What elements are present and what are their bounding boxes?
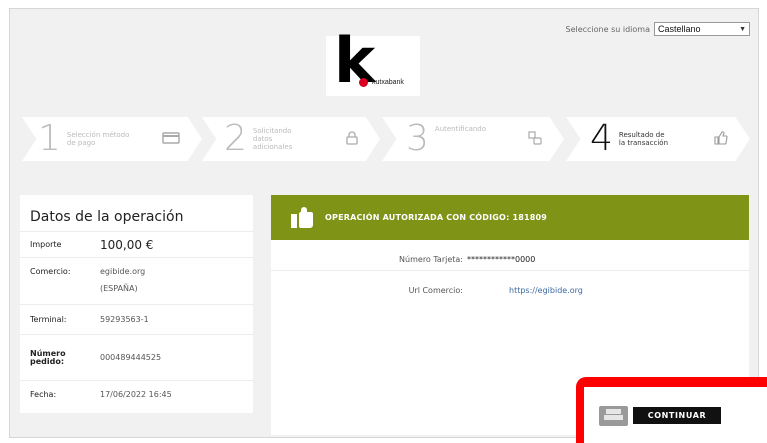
language-select[interactable]: Castellano ▼: [654, 22, 750, 36]
merchant-row: Comercio: egibide.org (ESPAÑA): [20, 257, 253, 304]
merchant-url-label: Url Comercio:: [408, 285, 463, 295]
merchant-country: (ESPAÑA): [100, 284, 138, 293]
progress-steps: 1 Selección método de pago 2 Solicitando…: [10, 107, 758, 179]
card-number-row: Número Tarjeta: ************0000: [271, 249, 749, 271]
merchant-label: Comercio:: [30, 267, 71, 276]
operation-title: Datos de la operación: [30, 209, 184, 225]
card-icon: [162, 131, 180, 147]
thumbs-up-icon: [291, 206, 315, 229]
logo-dot: [359, 78, 368, 87]
merchant-url-row: Url Comercio: https://egibide.org: [271, 279, 749, 301]
merchant-name: egibide.org: [100, 267, 146, 276]
step-number: 3: [406, 118, 429, 159]
order-value: 000489444525: [100, 353, 162, 362]
kutxabank-logo: k kutxabank: [326, 30, 420, 96]
payment-page: k kutxabank Seleccione su idioma Castell…: [9, 8, 759, 438]
amount-label: Importe: [30, 240, 62, 249]
header: k kutxabank Seleccione su idioma Castell…: [10, 9, 758, 107]
date-row: Fecha: 17/06/2022 16:45: [20, 380, 253, 407]
terminal-value: 59293563-1: [100, 315, 149, 324]
step-label: Solicitando datos adicionales: [252, 127, 293, 151]
order-label: Número pedido:: [30, 348, 66, 366]
step-number: 2: [224, 118, 247, 159]
step-4: 4 Resultado de la transacción: [566, 117, 750, 161]
card-number-label: Número Tarjeta:: [399, 255, 463, 264]
chevron-down-icon: ▼: [739, 25, 746, 33]
step-number: 1: [38, 118, 61, 159]
print-button[interactable]: [599, 406, 628, 426]
step-3: 3 Autentificando: [382, 117, 564, 161]
step-label: Resultado de la transacción: [618, 131, 669, 147]
order-row: Número pedido: 000489444525: [20, 334, 253, 380]
step-2: 2 Solicitando datos adicionales: [202, 117, 380, 161]
step-1: 1 Selección método de pago: [22, 117, 202, 161]
lock-icon: [346, 130, 358, 148]
amount-row: Importe 100,00 €: [20, 231, 253, 257]
step-label: Selección método de pago: [66, 131, 130, 147]
language-label: Seleccione su idioma: [565, 24, 651, 34]
terminal-row: Terminal: 59293563-1: [20, 304, 253, 334]
merchant-url-value: https://egibide.org: [509, 285, 583, 295]
step-number: 4: [590, 118, 613, 159]
terminal-label: Terminal:: [30, 315, 67, 324]
language-selected-value: Castellano: [658, 24, 701, 34]
authorization-banner: OPERACIÓN AUTORIZADA CON CÓDIGO: 181809: [271, 195, 749, 240]
authorization-message: OPERACIÓN AUTORIZADA CON CÓDIGO: 181809: [325, 213, 548, 222]
logo-text: kutxabank: [372, 79, 404, 86]
continue-button[interactable]: CONTINUAR: [633, 407, 721, 424]
step-label: Autentificando: [434, 125, 487, 133]
merchant-value: egibide.org (ESPAÑA): [100, 267, 253, 304]
operation-details-panel: Datos de la operación Importe 100,00 € C…: [20, 195, 253, 413]
authentication-icon: [528, 130, 542, 148]
action-bar: CONTINUAR: [584, 387, 767, 443]
card-number-value: ************0000: [467, 255, 536, 264]
amount-value: 100,00 €: [100, 237, 154, 252]
language-selector: Seleccione su idioma Castellano ▼: [565, 22, 750, 36]
logo-letter: k: [334, 24, 376, 97]
date-value: 17/06/2022 16:45: [100, 389, 172, 399]
printer-icon: [606, 409, 621, 414]
thumbs-up-icon: [714, 130, 728, 148]
date-label: Fecha:: [30, 389, 57, 399]
